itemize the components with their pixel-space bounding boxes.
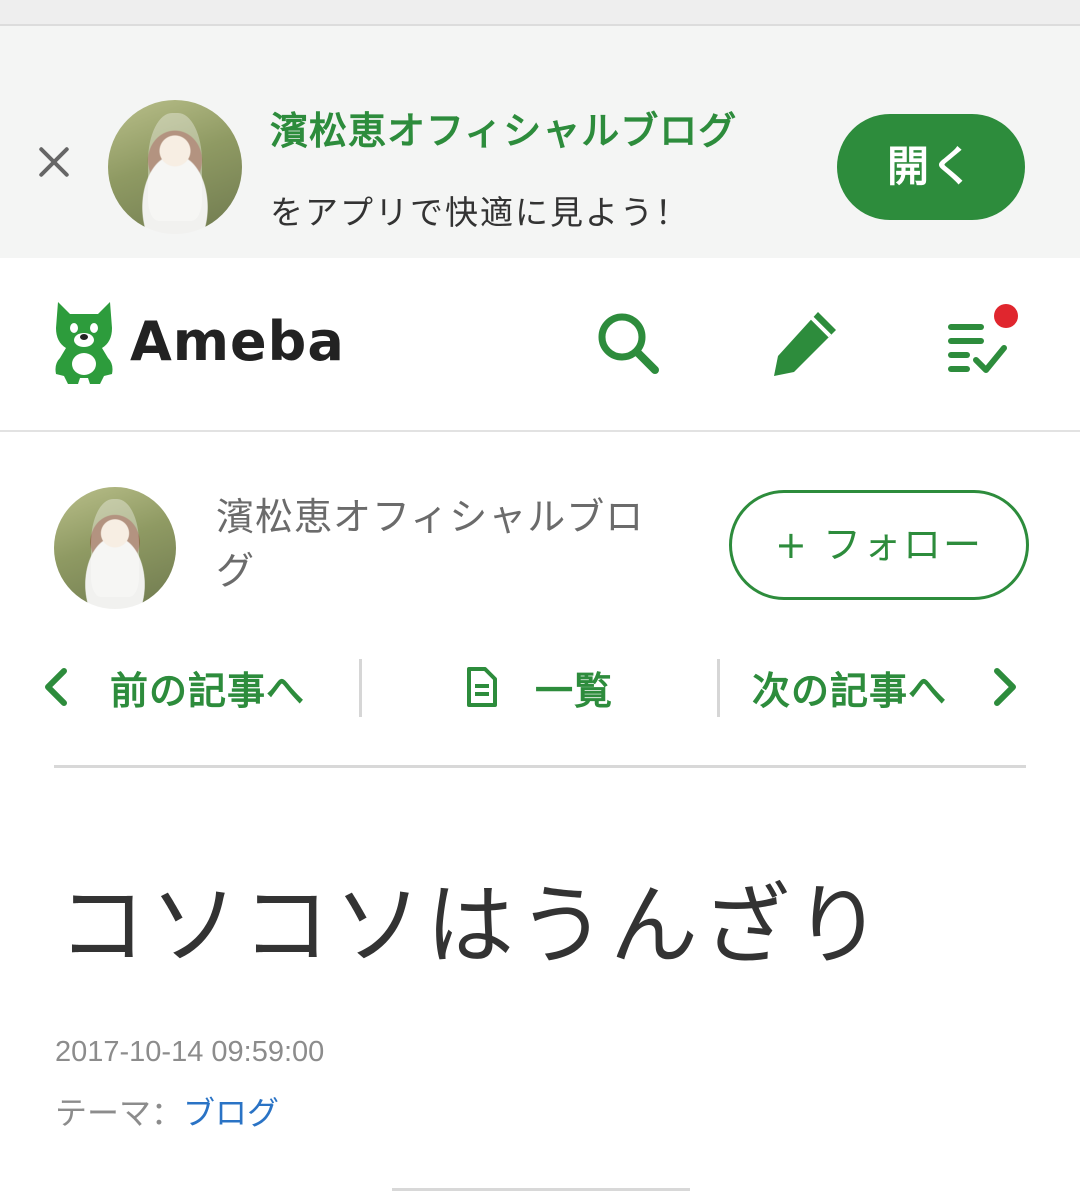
article-theme: テーマ：ブログ — [55, 1088, 279, 1134]
next-article-link[interactable]: 次の記事へ — [752, 655, 1023, 719]
site-header: Ameba — [0, 258, 1080, 432]
blog-avatar[interactable] — [54, 487, 176, 609]
article-list-link[interactable]: 一覧 — [465, 655, 613, 719]
close-icon[interactable] — [30, 138, 78, 186]
ameba-mascot-icon — [55, 302, 113, 384]
checklist-icon[interactable] — [942, 302, 1022, 382]
article-title: コソコソはうんざり — [58, 874, 887, 977]
banner-avatar — [108, 100, 242, 234]
notification-dot — [994, 304, 1018, 328]
article-list-label: 一覧 — [535, 668, 614, 713]
app-install-banner: 濱松恵オフィシャルブログ をアプリで快適に見よう！ 開く — [0, 26, 1080, 258]
nav-separator — [359, 659, 362, 717]
divider — [54, 765, 1026, 768]
theme-prefix: テーマ： — [55, 1094, 184, 1132]
article-nav: 前の記事へ 一覧 次の記事へ — [0, 655, 1080, 719]
blog-name[interactable]: 濱松恵オフィシャルブログ — [216, 490, 666, 598]
theme-link[interactable]: ブログ — [183, 1094, 279, 1132]
divider — [392, 1188, 690, 1191]
ameba-logo[interactable]: Ameba — [52, 298, 345, 384]
logo-text: Ameba — [130, 309, 345, 373]
prev-article-label: 前の記事へ — [110, 668, 306, 713]
document-icon — [467, 667, 497, 707]
banner-subtitle: をアプリで快適に見よう！ — [270, 193, 690, 232]
prev-article-link[interactable]: 前の記事へ — [38, 655, 305, 719]
pen-icon[interactable] — [768, 306, 842, 380]
banner-title: 濱松恵オフィシャルブログ — [270, 109, 738, 153]
next-article-label: 次の記事へ — [752, 668, 948, 713]
chevron-left-icon — [45, 668, 67, 706]
article-date: 2017-10-14 09:59:00 — [55, 1036, 325, 1068]
search-icon[interactable] — [595, 310, 661, 376]
status-strip — [0, 0, 1080, 26]
nav-separator — [717, 659, 720, 717]
follow-button[interactable]: + フォロー — [729, 490, 1029, 600]
chevron-right-icon — [994, 668, 1017, 706]
open-app-button[interactable]: 開く — [837, 114, 1025, 220]
